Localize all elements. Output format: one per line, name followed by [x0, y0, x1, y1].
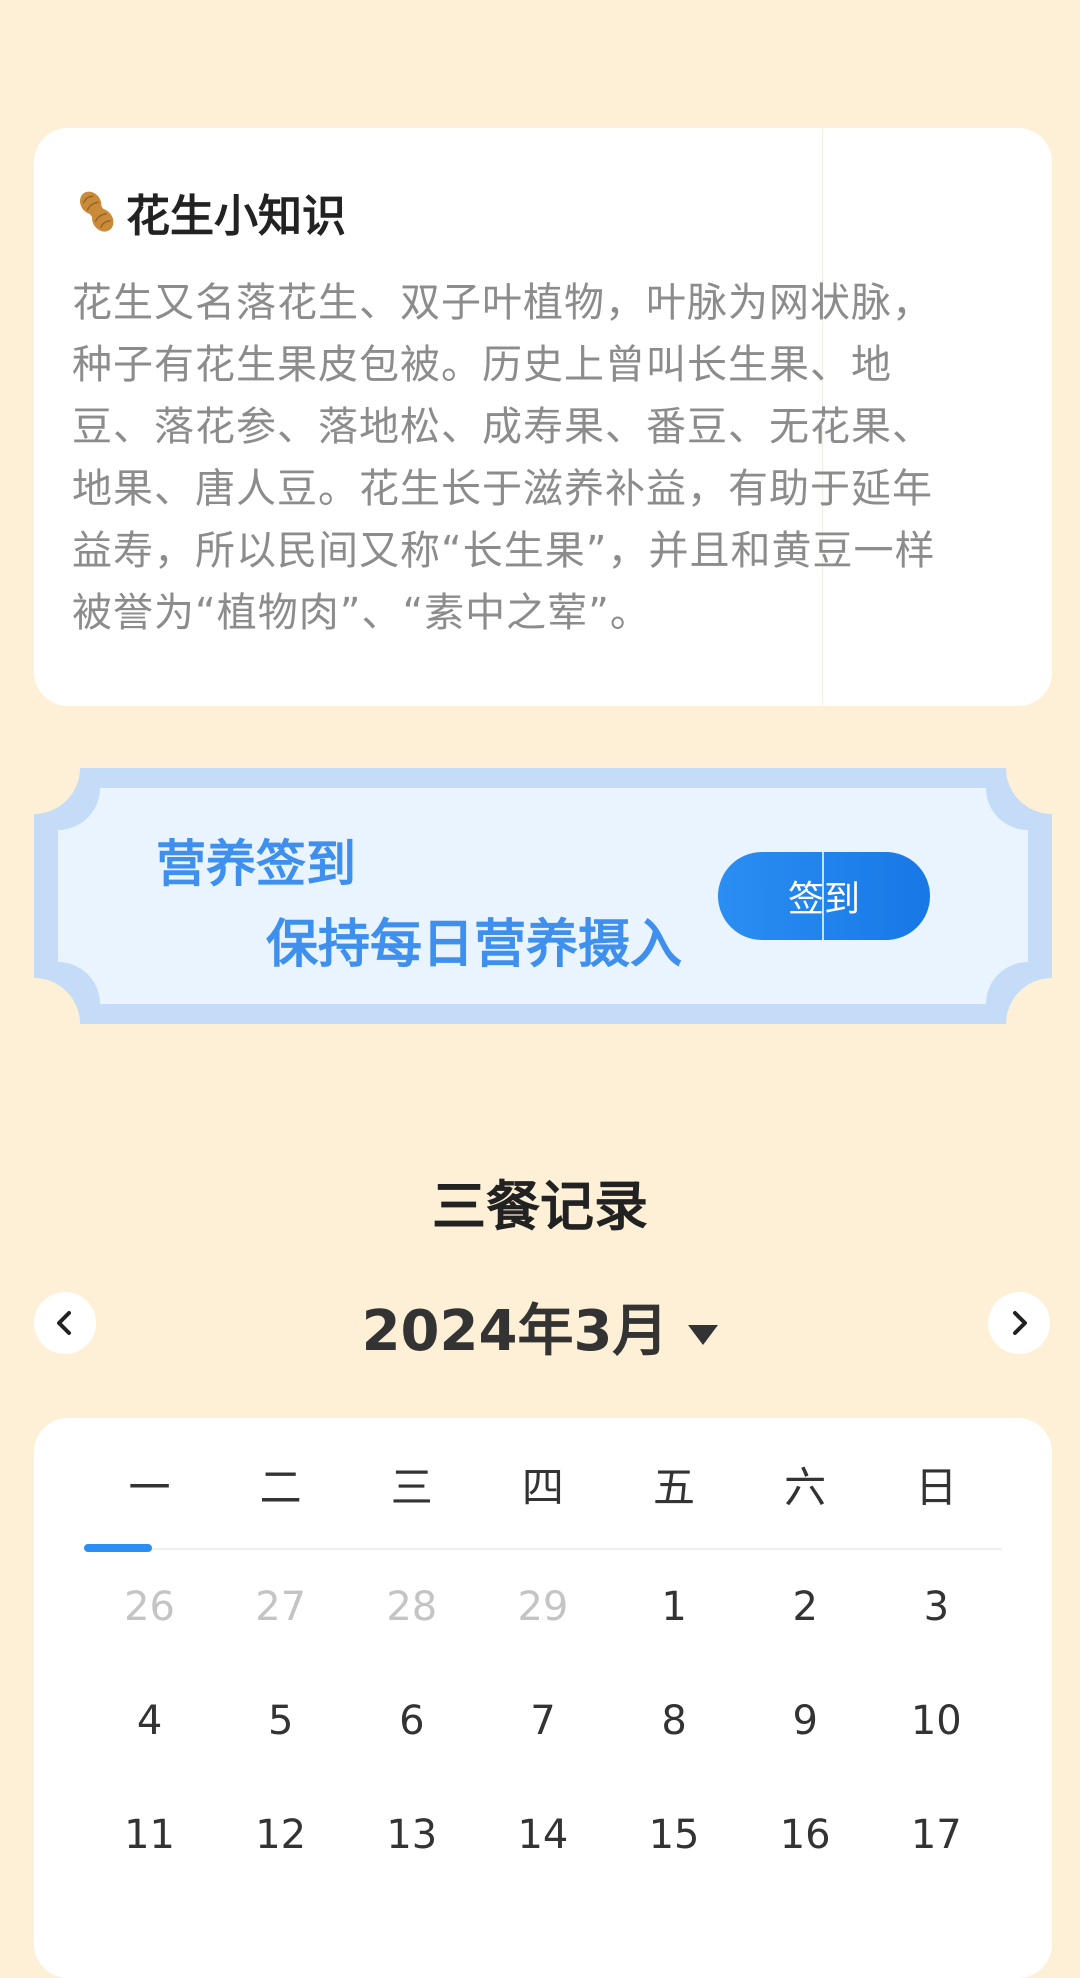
calendar-day[interactable]: 16: [740, 1812, 871, 1858]
caret-down-icon: [688, 1324, 719, 1345]
knowledge-line: 花生又名落花生、双子叶植物，叶脉为网状脉，: [72, 280, 933, 326]
calendar-day[interactable]: 1: [609, 1584, 740, 1630]
calendar-day[interactable]: 2: [740, 1584, 871, 1630]
calendar-week-row: 26 27 28 29 1 2 3: [84, 1550, 1002, 1664]
weekday-sun[interactable]: 日: [871, 1454, 1002, 1515]
knowledge-body: 花生又名落花生、双子叶植物，叶脉为网状脉， 种子有花生果皮包被。历史上曾叫长生果…: [72, 272, 1032, 644]
calendar-week-row: 11 12 13 14 15 16 17: [84, 1778, 1002, 1892]
calendar-day[interactable]: 6: [346, 1698, 477, 1744]
weekday-header: 一 二 三 四 五 六 日: [84, 1418, 1002, 1550]
knowledge-line: 被誉为“植物肉”、“素中之荤”。: [72, 590, 651, 636]
calendar-grid: 一 二 三 四 五 六 日 26 27 28 29 1 2 3 4 5 6 7 8 9 10 11 12 13 1…: [84, 1418, 1002, 1892]
calendar-day[interactable]: 12: [215, 1812, 346, 1858]
knowledge-title: 花生小知识: [72, 182, 346, 242]
knowledge-card: 花生小知识 花生又名落花生、双子叶植物，叶脉为网状脉， 种子有花生果皮包被。历史…: [34, 128, 1052, 706]
knowledge-line: 豆、落花参、落地松、成寿果、番豆、无花果、: [72, 404, 933, 450]
calendar-day[interactable]: 8: [609, 1698, 740, 1744]
calendar-day[interactable]: 5: [215, 1698, 346, 1744]
banner-subtitle: 保持每日营养摄入: [266, 915, 683, 975]
calendar-day-other-month[interactable]: 29: [477, 1584, 608, 1630]
chevron-right-icon: [1013, 1311, 1027, 1335]
peanut-icon: [79, 191, 114, 232]
knowledge-line: 地果、唐人豆。花生长于滋养补益，有助于延年: [72, 466, 933, 512]
knowledge-line: 种子有花生果皮包被。历史上曾叫长生果、地: [72, 342, 892, 388]
knowledge-title-text: 花生小知识: [126, 191, 346, 242]
weekday-mon[interactable]: 一: [84, 1454, 215, 1515]
banner-title: 营养签到: [156, 835, 356, 893]
calendar-day[interactable]: 13: [346, 1812, 477, 1858]
calendar-card: 一 二 三 四 五 六 日 26 27 28 29 1 2 3 4 5 6 7 8 9 10 11 12 13 1…: [34, 1418, 1052, 1978]
calendar-day-other-month[interactable]: 27: [215, 1584, 346, 1630]
month-selector[interactable]: 2024年3月: [0, 1286, 1080, 1367]
calendar-day[interactable]: 11: [84, 1812, 215, 1858]
weekday-fri[interactable]: 五: [609, 1454, 740, 1515]
meals-title: 三餐记录: [432, 1175, 648, 1238]
calendar-day[interactable]: 7: [477, 1698, 608, 1744]
calendar-week-row: 4 5 6 7 8 9 10: [84, 1664, 1002, 1778]
signin-banner: 营养签到 保持每日营养摄入 签到: [34, 768, 1052, 1024]
weekday-thu[interactable]: 四: [477, 1454, 608, 1515]
knowledge-line: 益寿，所以民间又称“长生果”，并且和黄豆一样: [72, 528, 936, 574]
calendar-day[interactable]: 3: [871, 1584, 1002, 1630]
calendar-day[interactable]: 15: [609, 1812, 740, 1858]
next-month-button[interactable]: [988, 1292, 1050, 1354]
calendar-day[interactable]: 4: [84, 1698, 215, 1744]
calendar-day[interactable]: 17: [871, 1812, 1002, 1858]
calendar-day-other-month[interactable]: 26: [84, 1584, 215, 1630]
button-divider: [822, 852, 824, 940]
weekday-tue[interactable]: 二: [215, 1454, 346, 1515]
calendar-day[interactable]: 14: [477, 1812, 608, 1858]
month-label: 2024年3月: [361, 1299, 669, 1364]
calendar-day[interactable]: 10: [871, 1698, 1002, 1744]
signin-button[interactable]: 签到: [718, 852, 930, 940]
weekday-wed[interactable]: 三: [346, 1454, 477, 1515]
calendar-days: 26 27 28 29 1 2 3 4 5 6 7 8 9 10 11 12 13 14 15 16 17: [84, 1550, 1002, 1892]
calendar-day-other-month[interactable]: 28: [346, 1584, 477, 1630]
weekday-sat[interactable]: 六: [740, 1454, 871, 1515]
calendar-day[interactable]: 9: [740, 1698, 871, 1744]
